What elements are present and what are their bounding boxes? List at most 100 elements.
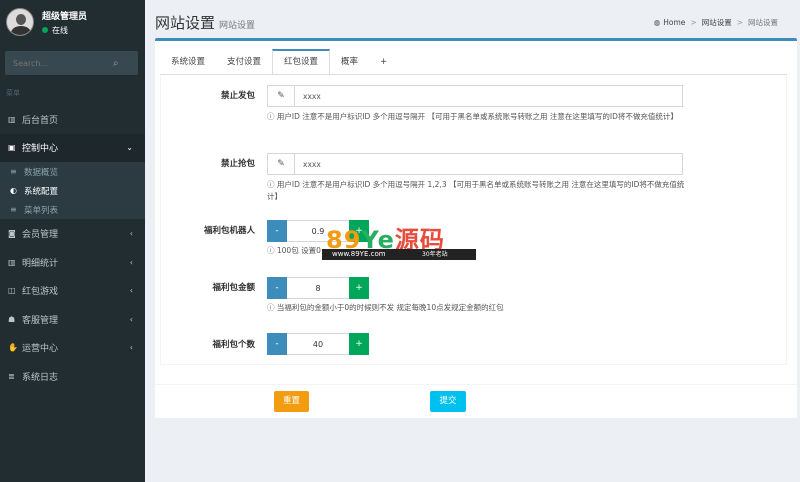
menu-header: 菜单 <box>6 89 20 97</box>
robot-help-text: 100包 设置0 <box>276 246 321 255</box>
avatar-body <box>11 26 31 35</box>
sidebar-subitem-menu-list[interactable]: ≡ 菜单列表 <box>0 200 145 219</box>
user-info: 超级管理员 在线 <box>42 9 87 36</box>
sidebar-item-control-center[interactable]: ▣ 控制中心 ⌄ <box>0 133 145 163</box>
count-input[interactable]: 40 <box>287 333 349 355</box>
sidebar-item-operations[interactable]: ✋ 运营中心 ‹ <box>0 334 145 363</box>
chevron-left-icon: ‹ <box>129 228 133 238</box>
page-title-text: 网站设置 <box>155 14 216 32</box>
ban-grab-label: 禁止抢包 <box>220 159 255 169</box>
robot-decrement-button[interactable]: - <box>267 220 287 242</box>
watermark-tag: 30年老站 <box>422 251 448 258</box>
info-circle-icon: ⓘ <box>267 180 275 189</box>
form-footer-divider <box>155 384 797 385</box>
user-status: 在线 <box>42 25 87 36</box>
bar-chart-icon: ▥ <box>8 114 16 124</box>
sidebar-item-label: 会员管理 <box>22 229 59 240</box>
search-icon[interactable]: ⌕ <box>113 58 119 69</box>
online-dot-icon <box>42 27 48 33</box>
sidebar-subitem-label: 菜单列表 <box>24 205 59 216</box>
robot-label: 福利包机器人 <box>203 226 255 236</box>
ban-send-value: xxxx <box>303 91 321 101</box>
dashboard-icon: ◍ <box>653 18 661 27</box>
control-center-submenu: ≡ 数据概览 ◐ 系统配置 ≡ 菜单列表 <box>0 162 145 220</box>
sidebar-item-statistics[interactable]: ▥ 明细统计 ‹ <box>0 248 145 277</box>
amount-help-text: 当福利包的金额小于0的时候则不发 规定每晚10点发规定金额的红包 <box>276 303 504 312</box>
pencil-icon: ✎ <box>268 154 295 174</box>
sidebar-item-members[interactable]: ◙ 会员管理 ‹ <box>0 219 145 248</box>
sidebar-item-system-log[interactable]: ≣ 系统日志 <box>0 362 145 391</box>
hand-icon: ✋ <box>8 343 18 353</box>
amount-increment-button[interactable]: + <box>349 277 369 299</box>
gamepad-icon: ◫ <box>8 286 16 296</box>
page-title: 网站设置 网站设置 <box>155 12 255 33</box>
amount-help: ⓘ 当福利包的金额小于0的时候则不发 规定每晚10点发规定金额的红包 <box>267 302 504 314</box>
sidebar-item-label: 明细统计 <box>22 258 59 269</box>
sidebar-item-home[interactable]: ▥ 后台首页 <box>0 105 145 134</box>
user-card-icon: ◙ <box>8 228 16 238</box>
chevron-left-icon: ‹ <box>129 286 133 296</box>
ban-grab-help-text: 用户ID 注意不是用户标识ID 多个用逗号隔开 1,2,3 【可用于黑名单或系统… <box>267 180 685 201</box>
robot-help: ⓘ 100包 设置0 <box>267 245 321 257</box>
database-icon: ≣ <box>8 371 15 381</box>
sidebar: 超级管理员 在线 ⌕ 菜单 ▥ 后台首页 ▣ 控制中心 ⌄ ≡ 数据概览 ◐ <box>0 0 145 482</box>
sidebar-nav: ▥ 后台首页 ▣ 控制中心 ⌄ ≡ 数据概览 ◐ 系统配置 ≡ 菜单列表 ◙ 会… <box>0 105 145 391</box>
amount-stepper: - 8 + <box>267 277 369 299</box>
count-label: 福利包个数 <box>212 340 255 350</box>
ban-send-label: 禁止发包 <box>220 91 255 101</box>
amount-input[interactable]: 8 <box>287 277 349 299</box>
tab-payment-settings[interactable]: 支付设置 <box>216 49 272 75</box>
avatar-head <box>16 14 26 25</box>
list-icon: ≡ <box>10 205 17 215</box>
breadcrumb-current: 网站设置 <box>748 18 778 27</box>
count-decrement-button[interactable]: - <box>267 333 287 355</box>
sidebar-subitem-system-config[interactable]: ◐ 系统配置 <box>0 181 145 200</box>
user-panel: 超级管理员 在线 <box>0 0 145 44</box>
sidebar-item-label: 后台首页 <box>22 115 59 126</box>
ban-send-field[interactable]: ✎ xxxx <box>267 85 683 107</box>
amount-label: 福利包金额 <box>212 283 255 293</box>
page-subtitle: 网站设置 <box>219 21 256 31</box>
avatar[interactable] <box>6 8 34 36</box>
bar-chart-icon: ▥ <box>8 257 16 267</box>
sidebar-subitem-data-overview[interactable]: ≡ 数据概览 <box>0 162 145 181</box>
search-input[interactable] <box>5 58 113 68</box>
ban-grab-field[interactable]: ✎ xxxx <box>267 153 683 175</box>
info-circle-icon: ⓘ <box>267 303 275 312</box>
breadcrumb-home[interactable]: Home <box>663 18 685 27</box>
submit-button[interactable]: 提交 <box>430 391 466 412</box>
sidebar-item-customer-service[interactable]: ☗ 客服管理 ‹ <box>0 305 145 334</box>
count-increment-button[interactable]: + <box>349 333 369 355</box>
chevron-down-icon: ⌄ <box>126 143 133 153</box>
ban-grab-help: ⓘ 用户ID 注意不是用户标识ID 多个用逗号隔开 1,2,3 【可用于黑名单或… <box>267 179 687 203</box>
dashboard-icon: ▣ <box>8 143 16 153</box>
tab-add[interactable]: + <box>369 49 398 75</box>
breadcrumb: ◍ Home > 网站设置 > 网站设置 <box>654 17 778 28</box>
sidebar-item-label: 客服管理 <box>22 315 59 326</box>
sidebar-item-red-packet-games[interactable]: ◫ 红包游戏 ‹ <box>0 276 145 305</box>
reset-button[interactable]: 重置 <box>274 391 309 412</box>
chevron-left-icon: ‹ <box>129 343 133 353</box>
watermark-logo: 89Ye源码 www.89YE.com 30年老站 <box>322 220 478 262</box>
ban-send-help: ⓘ 用户ID 注意不是用户标识ID 多个用逗号隔开 【可用于黑名单或系统账号转账… <box>267 111 687 123</box>
sidebar-subitem-label: 系统配置 <box>24 186 59 197</box>
breadcrumb-level1[interactable]: 网站设置 <box>702 17 732 28</box>
toggle-icon: ◐ <box>10 186 17 196</box>
content-header: 网站设置 网站设置 ◍ Home > 网站设置 > 网站设置 <box>145 0 800 40</box>
info-circle-icon: ⓘ <box>267 112 275 121</box>
info-circle-icon: ⓘ <box>267 246 275 255</box>
sidebar-item-label: 运营中心 <box>22 344 59 355</box>
chevron-left-icon: ‹ <box>129 257 133 267</box>
tab-red-packet-settings[interactable]: 红包设置 <box>272 49 331 75</box>
user-name: 超级管理员 <box>42 11 88 22</box>
tab-probability[interactable]: 概率 <box>330 49 369 75</box>
sidebar-item-label: 系统日志 <box>22 372 59 383</box>
tab-system-settings[interactable]: 系统设置 <box>160 49 216 75</box>
chevron-left-icon: ‹ <box>129 314 133 324</box>
user-status-text: 在线 <box>52 25 68 35</box>
sidebar-subitem-label: 数据概览 <box>24 167 59 178</box>
ban-grab-value: xxxx <box>303 159 321 169</box>
sidebar-search: ⌕ <box>5 51 138 75</box>
amount-decrement-button[interactable]: - <box>267 277 287 299</box>
sidebar-item-label: 红包游戏 <box>22 287 59 298</box>
